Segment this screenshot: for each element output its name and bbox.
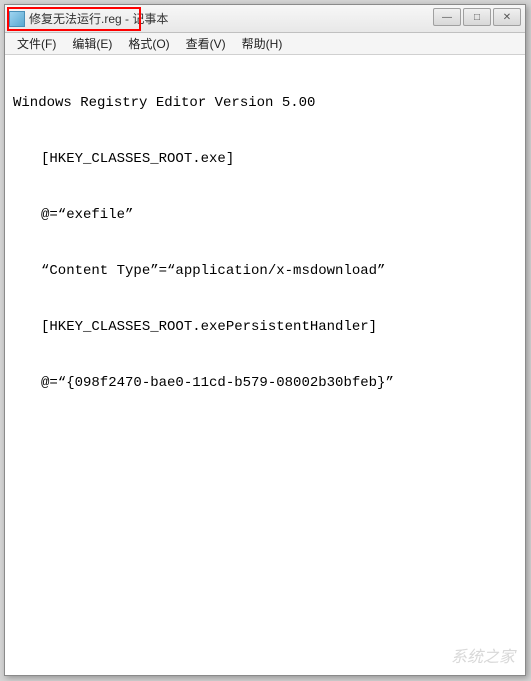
content-line: Windows Registry Editor Version 5.00 xyxy=(13,89,517,117)
title-app: 记事本 xyxy=(132,12,168,26)
menu-file[interactable]: 文件(F) xyxy=(9,33,64,54)
menubar: 文件(F) 编辑(E) 格式(O) 查看(V) 帮助(H) xyxy=(5,33,525,55)
maximize-button[interactable]: □ xyxy=(463,8,491,26)
minimize-button[interactable]: — xyxy=(433,8,461,26)
content-line: [HKEY_CLASSES_ROOT.exe] xyxy=(13,145,517,173)
menu-view[interactable]: 查看(V) xyxy=(178,33,234,54)
window-controls: — □ ✕ xyxy=(433,8,521,26)
title-separator: - xyxy=(122,12,133,26)
menu-help[interactable]: 帮助(H) xyxy=(234,33,291,54)
menu-format[interactable]: 格式(O) xyxy=(120,33,177,54)
notepad-icon xyxy=(9,11,25,27)
close-button[interactable]: ✕ xyxy=(493,8,521,26)
content-line: [HKEY_CLASSES_ROOT.exePersistentHandler] xyxy=(13,313,517,341)
window-title: 修复无法运行.reg - 记事本 xyxy=(29,10,168,27)
menu-edit[interactable]: 编辑(E) xyxy=(64,33,120,54)
content-line: @=“exefile” xyxy=(13,201,517,229)
content-line: @=“{098f2470-bae0-11cd-b579-08002b30bfeb… xyxy=(13,369,517,397)
text-editor-area[interactable]: Windows Registry Editor Version 5.00 [HK… xyxy=(5,55,525,675)
titlebar[interactable]: 修复无法运行.reg - 记事本 — □ ✕ xyxy=(5,5,525,33)
title-filename: 修复无法运行.reg xyxy=(29,12,122,26)
notepad-window: 修复无法运行.reg - 记事本 — □ ✕ 文件(F) 编辑(E) 格式(O)… xyxy=(4,4,526,676)
content-line: “Content Type”=“application/x-msdownload… xyxy=(13,257,517,285)
